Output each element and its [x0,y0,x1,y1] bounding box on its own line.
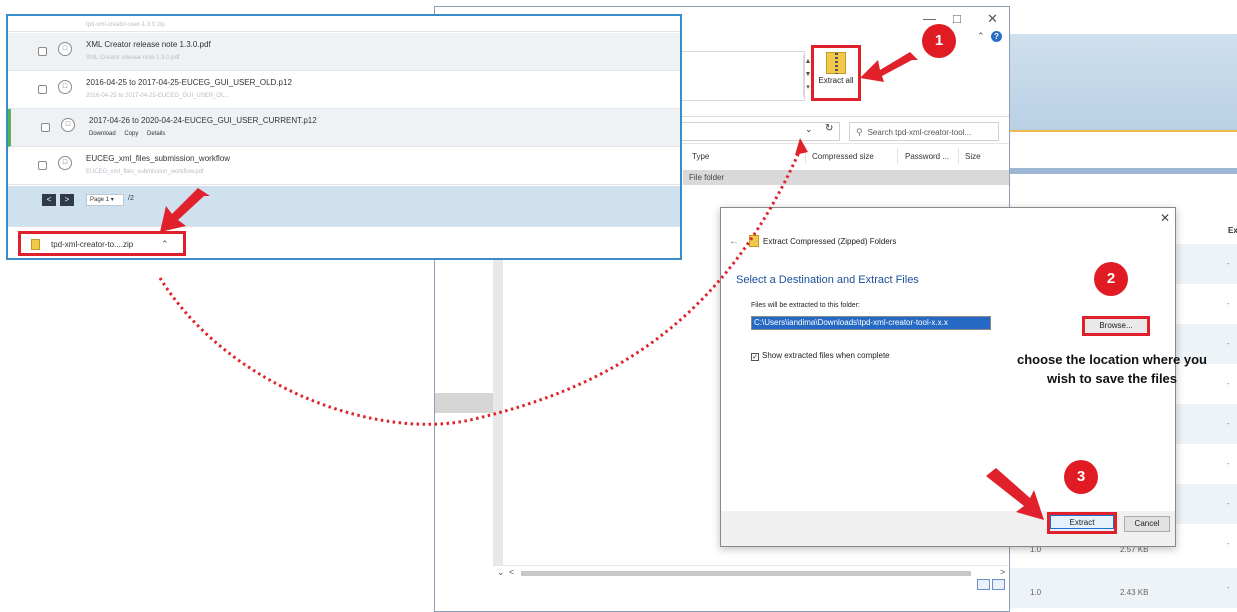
chevron-down-icon[interactable]: ⌄ [805,124,813,135]
file-list-row[interactable]: File folder [683,170,1009,185]
list-item[interactable]: tpd-xml-creator-user-1.3.0.zip [8,16,680,32]
download-item[interactable]: tpd-xml-creator-to....zip ⌃ [18,231,186,256]
document-icon: □ [58,42,72,56]
list-item[interactable]: □ EUCEG_xml_files_submission_workflow EU… [8,147,680,185]
browse-button[interactable]: Browse... [1082,316,1150,336]
zip-file-icon [31,239,40,250]
close-icon[interactable]: ✕ [987,11,998,27]
document-icon: □ [61,118,75,132]
step-marker-3: 3 [1064,460,1098,494]
row-checkbox[interactable] [38,47,47,56]
path-label: Files will be extracted to this folder: [751,302,860,309]
view-toggle [975,579,1005,592]
refresh-icon[interactable]: ↻ [825,123,833,134]
step-marker-2: 2 [1094,262,1128,296]
step-marker-1: 1 [922,24,956,58]
row-actions: Download Copy Details [89,131,172,137]
tiles-view-icon[interactable] [992,579,1005,590]
page-total: /2 [128,195,134,202]
dialog-heading: Select a Destination and Extract Files [736,274,919,286]
maximize-icon[interactable]: □ [953,11,961,26]
list-item[interactable]: □ 2016-04-25 to 2017-04-25-EUCEG_GUI_USE… [8,71,680,109]
search-icon: ⚲ [856,127,863,137]
show-files-option[interactable]: ✓ Show extracted files when complete [751,351,890,361]
chevron-up-icon[interactable]: ⌃ [977,31,985,42]
page-select[interactable]: Page 1 ▾ [86,194,124,206]
back-arrow-icon[interactable]: ← [729,236,739,247]
extract-all-label: Extract all [818,76,854,85]
page-header-band [1010,34,1237,130]
chevron-down-icon[interactable]: ⌄ [497,567,505,578]
row-checkbox[interactable] [38,85,47,94]
details-link[interactable]: Details [147,131,165,137]
dialog-title: Extract Compressed (Zipped) Folders [763,237,897,246]
column-password[interactable]: Password ... [905,152,949,161]
list-item[interactable]: □ XML Creator release note 1.3.0.pdf XML… [8,33,680,71]
copy-link[interactable]: Copy [124,131,138,137]
list-item-selected[interactable]: □ 2017-04-26 to 2020-04-24-EUCEG_GUI_USE… [8,109,680,147]
size-text: 2.43 KB [1120,588,1149,597]
chevron-left-icon[interactable]: < [509,567,514,577]
column-type[interactable]: Type [692,152,709,161]
column-compressed-size[interactable]: Compressed size [812,152,874,161]
document-icon: □ [58,80,72,94]
search-input[interactable]: ⚲ Search tpd-xml-creator-tool... [849,122,999,141]
hint-text: choose the location where you wish to sa… [1017,352,1207,386]
ribbon-gallery [679,51,805,101]
details-view-icon[interactable] [977,579,990,590]
cancel-button[interactable]: Cancel [1124,516,1170,532]
address-bar[interactable] [680,122,840,141]
download-filename[interactable]: tpd-xml-creator-to....zip [51,240,133,249]
destination-path-input[interactable]: C:\Users\iandima\Downloads\tpd-xml-creat… [751,316,991,330]
browser-window-inset: tpd-xml-creator-user-1.3.0.zip □ XML Cre… [6,14,682,260]
zip-folder-icon [826,52,846,74]
prev-page-button[interactable]: < [42,194,56,206]
close-icon[interactable]: ✕ [1160,211,1170,225]
download-link[interactable]: Download [89,131,116,137]
column-size[interactable]: Size [965,152,981,161]
download-bar: tpd-xml-creator-to....zip ⌃ [8,226,680,258]
help-icon[interactable]: ? [991,31,1002,42]
chevron-up-icon[interactable]: ⌃ [161,239,169,250]
next-page-button[interactable]: > [60,194,74,206]
row-checkbox[interactable] [41,123,50,132]
checkbox-checked-icon[interactable]: ✓ [751,353,759,361]
chevron-right-icon[interactable]: > [1000,567,1005,577]
page-banner [1010,130,1237,174]
version-text: 1.0 [1030,588,1042,597]
row-checkbox[interactable] [38,161,47,170]
zip-folder-icon [749,235,759,247]
horizontal-scrollbar[interactable]: ⌄ < > [493,565,1009,579]
extract-all-button[interactable]: Extract all [811,45,861,101]
navigation-pane-item[interactable] [435,393,493,413]
column-header: Ex [1228,226,1237,235]
extract-button[interactable]: Extract [1047,512,1117,534]
pagination-bar: < > Page 1 ▾ /2 [8,186,680,226]
scroll-thumb[interactable] [521,571,971,576]
document-icon: □ [58,156,72,170]
